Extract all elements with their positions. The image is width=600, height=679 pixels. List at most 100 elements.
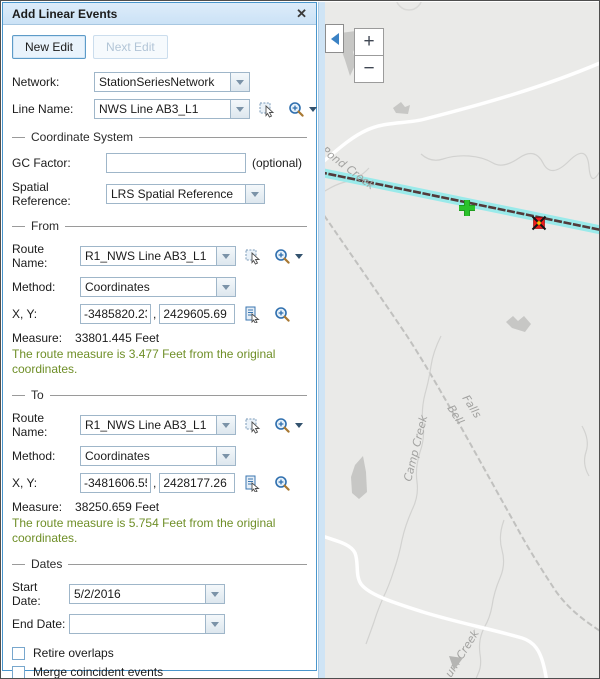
new-edit-button[interactable]: New Edit	[12, 35, 86, 59]
start-date-value: 5/2/2016	[69, 584, 206, 604]
end-date-value	[69, 614, 206, 634]
zoom-plus-icon[interactable]	[274, 475, 291, 492]
close-icon[interactable]: ✕	[296, 6, 307, 22]
to-measure-label: Measure:	[12, 500, 62, 514]
zoom-in-button[interactable]: +	[354, 28, 384, 56]
pick-coordinates-icon[interactable]	[244, 475, 261, 492]
from-x-input[interactable]	[80, 304, 151, 324]
gc-factor-label: GC Factor:	[12, 156, 106, 170]
zoom-out-button[interactable]: −	[354, 55, 384, 83]
retire-overlaps-checkbox[interactable]	[12, 647, 25, 660]
to-section-header: To	[12, 388, 307, 402]
map-canvas[interactable]: Pond Creek Falls Bell Camp Creek um Cree…	[325, 2, 600, 679]
from-method-dropdown-button[interactable]	[217, 277, 236, 297]
bell-label: Bell	[444, 403, 466, 427]
zoom-plus-icon[interactable]	[288, 101, 305, 118]
line-name-select[interactable]: NWS Line AB3_L1	[94, 99, 250, 119]
start-date-select[interactable]: 5/2/2016	[69, 584, 225, 604]
spatial-reference-dropdown-button[interactable]	[246, 184, 265, 204]
from-section-label: From	[31, 219, 59, 233]
collapse-arrow-icon	[331, 33, 339, 45]
to-method-dropdown-button[interactable]	[217, 446, 236, 466]
chevron-down-icon	[236, 107, 244, 112]
end-date-dropdown-button[interactable]	[206, 614, 225, 634]
xy-separator: ,	[153, 307, 156, 321]
chevron-down-icon	[222, 423, 230, 428]
camp-creek-line	[366, 336, 441, 644]
zoom-plus-icon[interactable]	[274, 248, 291, 265]
line-name-dropdown-button[interactable]	[231, 99, 250, 119]
um-creek-label: um Creek	[443, 627, 483, 679]
creek-line	[421, 153, 600, 178]
chevron-down-icon	[222, 285, 230, 290]
from-measure-label: Measure:	[12, 331, 62, 345]
to-y-input[interactable]	[159, 473, 235, 493]
to-route-name-label: Route Name:	[12, 411, 80, 439]
zoom-to-line-group[interactable]	[288, 101, 317, 118]
zoom-to-to-route-group[interactable]	[274, 417, 303, 434]
end-date-label: End Date:	[12, 617, 69, 631]
creek-line	[582, 426, 589, 476]
chevron-down-icon[interactable]	[309, 107, 317, 112]
chevron-down-icon	[251, 192, 259, 197]
merge-coincident-events-checkbox[interactable]	[12, 666, 25, 679]
pick-coordinates-icon[interactable]	[244, 306, 261, 323]
panel-title: Add Linear Events	[12, 7, 117, 21]
network-value: StationSeriesNetwork	[94, 72, 231, 92]
select-on-map-icon[interactable]	[259, 101, 276, 118]
spatial-reference-label: Spatial Reference:	[12, 180, 106, 208]
select-on-map-icon[interactable]	[245, 248, 262, 265]
chevron-down-icon	[211, 622, 219, 627]
to-point-marker[interactable]	[533, 217, 546, 230]
spatial-reference-value: LRS Spatial Reference	[106, 184, 246, 204]
from-measure-value: 33801.445 Feet	[75, 331, 159, 345]
gc-factor-hint: (optional)	[252, 156, 302, 170]
merge-coincident-events-option[interactable]: Merge coincident events	[12, 665, 307, 679]
zoom-to-from-route-group[interactable]	[274, 248, 303, 265]
network-select[interactable]: StationSeriesNetwork	[94, 72, 250, 92]
to-section-label: To	[31, 388, 44, 402]
basemap-circle-feature	[396, 2, 422, 10]
from-route-name-dropdown-button[interactable]	[217, 246, 236, 266]
add-linear-events-panel: Add Linear Events ✕ New Edit Next Edit N…	[2, 2, 317, 671]
from-y-input[interactable]	[159, 304, 235, 324]
road-line	[325, 535, 547, 679]
from-route-name-label: Route Name:	[12, 242, 80, 270]
panel-splitter[interactable]	[318, 2, 325, 679]
spatial-reference-select[interactable]: LRS Spatial Reference	[106, 184, 265, 204]
to-x-input[interactable]	[80, 473, 151, 493]
chevron-down-icon	[236, 80, 244, 85]
to-route-name-select[interactable]: R1_NWS Line AB3_L1	[80, 415, 236, 435]
panel-collapse-tab[interactable]	[325, 24, 344, 53]
merge-coincident-events-label: Merge coincident events	[33, 665, 163, 679]
chevron-down-icon[interactable]	[295, 254, 303, 259]
pond-polygon	[393, 102, 410, 114]
chevron-down-icon[interactable]	[295, 423, 303, 428]
line-name-label: Line Name:	[12, 102, 94, 116]
to-route-name-dropdown-button[interactable]	[217, 415, 236, 435]
coordinate-system-section-header: Coordinate System	[12, 130, 307, 144]
to-method-select[interactable]: Coordinates	[80, 446, 236, 466]
from-route-name-select[interactable]: R1_NWS Line AB3_L1	[80, 246, 236, 266]
zoom-plus-icon[interactable]	[274, 306, 291, 323]
from-method-value: Coordinates	[80, 277, 217, 297]
map-zoom-control: + −	[354, 28, 384, 83]
from-xy-label: X, Y:	[12, 307, 80, 321]
to-measure-value: 38250.659 Feet	[75, 500, 159, 514]
retire-overlaps-option[interactable]: Retire overlaps	[12, 646, 307, 660]
network-label: Network:	[12, 75, 94, 89]
dates-section-label: Dates	[31, 557, 62, 571]
zoom-plus-icon[interactable]	[274, 417, 291, 434]
chevron-down-icon	[222, 254, 230, 259]
network-dropdown-button[interactable]	[231, 72, 250, 92]
to-measure-note: The route measure is 5.754 Feet from the…	[12, 516, 304, 546]
start-date-dropdown-button[interactable]	[206, 584, 225, 604]
panel-content: New Edit Next Edit Network: StationSerie…	[3, 25, 316, 670]
next-edit-button: Next Edit	[93, 35, 168, 59]
basemap-layer: Pond Creek Falls Bell Camp Creek um Cree…	[325, 2, 600, 679]
gc-factor-input[interactable]	[106, 153, 246, 173]
select-on-map-icon[interactable]	[245, 417, 262, 434]
to-method-value: Coordinates	[80, 446, 217, 466]
from-method-select[interactable]: Coordinates	[80, 277, 236, 297]
end-date-select[interactable]	[69, 614, 225, 634]
